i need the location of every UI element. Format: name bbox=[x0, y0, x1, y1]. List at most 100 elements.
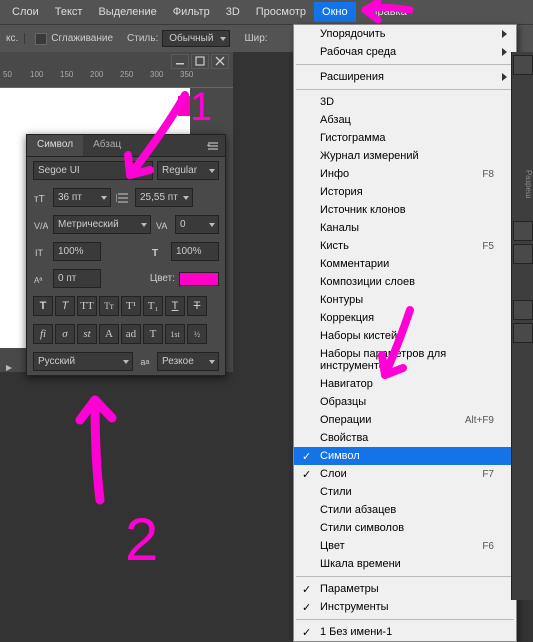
window-menu-item[interactable]: Источник клонов bbox=[294, 201, 516, 219]
stylistic-button[interactable]: T bbox=[143, 324, 163, 344]
svg-text:Aª: Aª bbox=[34, 276, 42, 285]
window-menu-item[interactable]: ИнфоF8 bbox=[294, 165, 516, 183]
window-menu-item[interactable]: Рабочая среда bbox=[294, 43, 516, 61]
kerning-icon: V/A bbox=[33, 219, 49, 231]
style-select[interactable]: Обычный bbox=[162, 30, 230, 47]
vscale-input[interactable]: 100% bbox=[53, 242, 101, 261]
window-menu-item[interactable]: Контуры bbox=[294, 291, 516, 309]
window-menu-item[interactable]: КистьF5 bbox=[294, 237, 516, 255]
main-menubar: Слои Текст Выделение Фильтр 3D Просмотр … bbox=[0, 0, 533, 24]
window-menu-item[interactable]: Упорядочить bbox=[294, 25, 516, 43]
menu-text[interactable]: Текст bbox=[47, 2, 91, 22]
dock-button-4[interactable] bbox=[513, 300, 533, 320]
right-dock bbox=[511, 52, 533, 600]
ligature-fi-button[interactable]: fi bbox=[33, 324, 53, 344]
maximize-icon[interactable] bbox=[191, 54, 209, 69]
dock-button-5[interactable] bbox=[513, 323, 533, 343]
window-menu-item[interactable]: Образцы bbox=[294, 393, 516, 411]
anti-alias-label: Сглаживание bbox=[51, 33, 113, 44]
text-style-row-2: fi σ st A ad T 1st ½ bbox=[27, 320, 225, 348]
font-style-select[interactable]: Regular bbox=[157, 161, 219, 180]
bold-button[interactable]: T bbox=[33, 296, 53, 316]
window-menu-item[interactable]: История bbox=[294, 183, 516, 201]
tab-paragraph[interactable]: Абзац bbox=[83, 135, 131, 156]
style-label: Стиль: bbox=[127, 33, 158, 44]
leading-input[interactable]: 25,55 пт bbox=[135, 188, 193, 207]
menu-select[interactable]: Выделение bbox=[90, 2, 164, 22]
smallcaps-button[interactable]: Tᴛ bbox=[99, 296, 119, 316]
anti-alias-select[interactable]: Резкое bbox=[157, 352, 219, 371]
discretionary-button[interactable]: ½ bbox=[187, 324, 207, 344]
language-select[interactable]: Русский bbox=[33, 352, 133, 371]
selection-overlay bbox=[178, 96, 190, 116]
window-menu-item[interactable]: Наборы параметров для инструментов bbox=[294, 345, 516, 375]
superscript-button[interactable]: T¹ bbox=[121, 296, 141, 316]
baseline-input[interactable]: 0 пт bbox=[53, 269, 101, 288]
window-menu-item[interactable]: ЦветF6 bbox=[294, 537, 516, 555]
window-menu-item[interactable]: Композиции слоев bbox=[294, 273, 516, 291]
window-menu-item[interactable]: Навигатор bbox=[294, 375, 516, 393]
svg-text:тТ: тТ bbox=[34, 194, 45, 204]
window-menu-item[interactable]: Стили абзацев bbox=[294, 501, 516, 519]
expand-icon[interactable] bbox=[4, 360, 16, 372]
window-menu-item[interactable]: Каналы bbox=[294, 219, 516, 237]
minimize-icon[interactable] bbox=[171, 54, 189, 69]
window-menu-item[interactable]: Наборы кистей bbox=[294, 327, 516, 345]
window-menu-item[interactable]: Абзац bbox=[294, 111, 516, 129]
window-menu-item[interactable]: Журнал измерений bbox=[294, 147, 516, 165]
menu-window[interactable]: Окно bbox=[314, 2, 356, 22]
close-icon[interactable] bbox=[211, 54, 229, 69]
font-size-icon: тТ bbox=[33, 192, 49, 204]
window-menu-item[interactable]: ✓Параметры bbox=[294, 580, 516, 598]
menu-view[interactable]: Просмотр bbox=[248, 2, 314, 22]
vscale-icon: IT bbox=[33, 246, 49, 258]
fraction-button[interactable]: 1st bbox=[165, 324, 185, 344]
italic-button[interactable]: T bbox=[55, 296, 75, 316]
swash-button[interactable]: st bbox=[77, 324, 97, 344]
aa-icon: aa bbox=[137, 357, 153, 367]
menu-help[interactable]: Справка bbox=[356, 2, 415, 22]
style-value: Обычный bbox=[169, 33, 213, 44]
window-menu-item[interactable]: Комментарии bbox=[294, 255, 516, 273]
menu-3d[interactable]: 3D bbox=[218, 2, 248, 22]
window-menu-dropdown: УпорядочитьРабочая среда Расширения 3DАбза… bbox=[293, 24, 517, 642]
window-menu-item[interactable]: Шкала времени bbox=[294, 555, 516, 573]
leading-icon bbox=[115, 192, 131, 204]
dock-button-3[interactable] bbox=[513, 244, 533, 264]
right-panel-label: Разреш bbox=[519, 170, 533, 230]
window-menu-item[interactable]: ✓1 Без имени-1 bbox=[294, 623, 516, 641]
ordinal-button[interactable]: σ bbox=[55, 324, 75, 344]
strikethrough-button[interactable]: T bbox=[187, 296, 207, 316]
underline-button[interactable]: T bbox=[165, 296, 185, 316]
window-menu-item[interactable]: Расширения bbox=[294, 68, 516, 86]
kerning-select[interactable]: Метрический bbox=[53, 215, 151, 234]
titling-button[interactable]: ad bbox=[121, 324, 141, 344]
window-menu-item[interactable]: Стили bbox=[294, 483, 516, 501]
tracking-input[interactable]: 0 bbox=[175, 215, 219, 234]
menu-filter[interactable]: Фильтр bbox=[165, 2, 218, 22]
window-menu-item[interactable]: ✓Инструменты bbox=[294, 598, 516, 616]
window-menu-item[interactable]: Коррекция bbox=[294, 309, 516, 327]
dock-button-1[interactable] bbox=[513, 55, 533, 75]
tab-symbol[interactable]: Символ bbox=[27, 135, 83, 156]
font-size-input[interactable]: 36 пт bbox=[53, 188, 111, 207]
window-menu-item[interactable]: ✓СлоиF7 bbox=[294, 465, 516, 483]
window-menu-item[interactable]: 3D bbox=[294, 93, 516, 111]
window-menu-item[interactable]: ОперацииAlt+F9 bbox=[294, 411, 516, 429]
alternate-button[interactable]: A bbox=[99, 324, 119, 344]
menu-layers[interactable]: Слои bbox=[4, 2, 47, 22]
allcaps-button[interactable]: TT bbox=[77, 296, 97, 316]
hscale-input[interactable]: 100% bbox=[171, 242, 219, 261]
window-menu-item[interactable]: Свойства bbox=[294, 429, 516, 447]
window-menu-item[interactable]: Гистограмма bbox=[294, 129, 516, 147]
window-menu-item[interactable]: ✓Символ bbox=[294, 447, 516, 465]
baseline-icon: Aª bbox=[33, 273, 49, 285]
font-family-select[interactable]: Segoe UI bbox=[33, 161, 153, 180]
text-style-row-1: T T TT Tᴛ T¹ T₁ T T bbox=[27, 292, 225, 320]
panel-menu-icon[interactable] bbox=[201, 135, 225, 156]
svg-text:T: T bbox=[152, 248, 158, 258]
subscript-button[interactable]: T₁ bbox=[143, 296, 163, 316]
anti-alias-checkbox[interactable] bbox=[35, 33, 47, 45]
text-color-swatch[interactable] bbox=[179, 272, 219, 286]
window-menu-item[interactable]: Стили символов bbox=[294, 519, 516, 537]
